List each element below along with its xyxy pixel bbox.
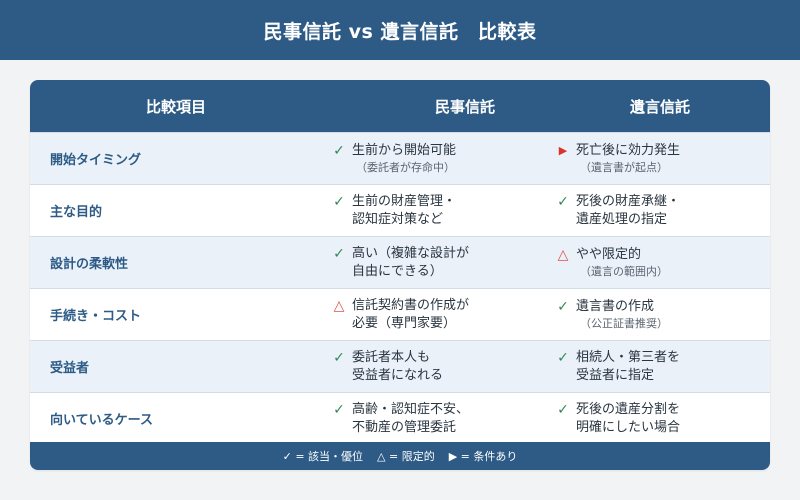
row-label: 設計の柔軟性: [50, 257, 129, 272]
triangle-icon: △: [333, 297, 345, 314]
cell-civil-trust: ✓ 生前から開始可能 （委託者が存命中）: [322, 142, 548, 176]
header-civil-trust: 民事信託: [434, 97, 495, 116]
table-row: 受益者 ✓ 委託者本人も 受益者になれる ✓ 相続人・第三者を 受益者に指定: [30, 340, 770, 392]
cell-subtext: （遺言の範囲内）: [580, 264, 668, 278]
check-icon: ✓: [333, 142, 345, 159]
row-label: 開始タイミング: [50, 153, 142, 168]
table-header: 比較項目 民事信託 遺言信託: [30, 80, 770, 132]
check-icon: ✓: [557, 401, 569, 418]
check-icon: ✓: [333, 193, 345, 210]
legend: ✓ = 該当・優位 △ = 限定的 ▶ = 条件あり: [30, 442, 770, 470]
cell-text: 高い（複雑な設計が 自由にできる）: [352, 245, 470, 279]
row-label: 主な目的: [50, 205, 103, 220]
row-label: 手続き・コスト: [50, 309, 142, 324]
header-testamentary-trust: 遺言信託: [629, 97, 690, 116]
triangle-icon: △: [557, 246, 569, 263]
table-body: 開始タイミング ✓ 生前から開始可能 （委託者が存命中） ▶ 死亡後に効力発生 （遺言書が起…: [30, 132, 770, 444]
cell-civil-trust: ✓ 委託者本人も 受益者になれる: [322, 349, 548, 385]
cell-testamentary-trust: ▶ 死亡後に効力発生 （遺言書が起点）: [548, 142, 770, 176]
page-title: 民事信託 vs 遺言信託 比較表: [263, 20, 537, 43]
cell-testamentary-trust: ✓ 死後の遺産分割を 明確にしたい場合: [548, 401, 770, 437]
cell-text: 死後の財産承継・ 遺産処理の指定: [576, 193, 681, 227]
table-row: 主な目的 ✓ 生前の財産管理・ 認知症対策など ✓ 死後の財産承継・ 遺産処理の指定: [30, 184, 770, 236]
table-row: 向いているケース ✓ 高齢・認知症不安、 不動産の管理委託 ✓ 死後の遺産分割を 明確に…: [30, 392, 770, 444]
cell-text: 高齢・認知症不安、 不動産の管理委託: [352, 401, 470, 435]
play-icon: ▶: [558, 143, 568, 157]
table-row: 手続き・コスト △ 信託契約書の作成が 必要（専門家要） ✓ 遺言書の作成 （公正証書推奨…: [30, 288, 770, 340]
cell-civil-trust: ✓ 高齢・認知症不安、 不動産の管理委託: [322, 401, 548, 437]
title-bar: 民事信託 vs 遺言信託 比較表: [0, 0, 800, 60]
cell-text: 生前から開始可能: [352, 142, 457, 158]
check-icon: ✓: [557, 298, 569, 315]
cell-testamentary-trust: ✓ 遺言書の作成 （公正証書推奨）: [548, 298, 770, 332]
check-icon: ✓: [333, 349, 345, 366]
legend-conditional: ▶ = 条件あり: [448, 450, 518, 463]
comparison-table: 比較項目 民事信託 遺言信託 開始タイミング ✓ 生前から開始可能 （委託者が存命中）…: [30, 80, 770, 470]
check-icon: ✓: [557, 349, 569, 366]
cell-text: 死亡後に効力発生: [576, 142, 681, 158]
cell-testamentary-trust: ✓ 相続人・第三者を 受益者に指定: [548, 349, 770, 385]
check-icon: ✓: [557, 193, 569, 210]
cell-text: 遺言書の作成: [576, 298, 655, 314]
cell-text: やや限定的: [576, 246, 642, 262]
cell-civil-trust: ✓ 生前の財産管理・ 認知症対策など: [322, 193, 548, 229]
cell-civil-trust: △ 信託契約書の作成が 必要（専門家要）: [322, 297, 548, 333]
check-icon: ✓: [333, 245, 345, 262]
cell-subtext: （委託者が存命中）: [356, 160, 455, 174]
row-label: 向いているケース: [50, 413, 153, 428]
cell-text: 相続人・第三者を 受益者に指定: [576, 349, 681, 383]
header-item: 比較項目: [145, 97, 206, 116]
legend-ok: ✓ = 該当・優位: [282, 450, 364, 463]
cell-subtext: （公正証書推奨）: [580, 316, 668, 330]
cell-text: 死後の遺産分割を 明確にしたい場合: [576, 401, 681, 435]
table-row: 開始タイミング ✓ 生前から開始可能 （委託者が存命中） ▶ 死亡後に効力発生 （遺言書が起…: [30, 132, 770, 184]
check-icon: ✓: [333, 401, 345, 418]
table-row: 設計の柔軟性 ✓ 高い（複雑な設計が 自由にできる） △ やや限定的 （遺言の範囲内）: [30, 236, 770, 288]
cell-text: 委託者本人も 受益者になれる: [352, 349, 444, 383]
cell-text: 信託契約書の作成が 必要（専門家要）: [352, 297, 470, 331]
cell-text: 生前の財産管理・ 認知症対策など: [352, 193, 457, 227]
legend-limited: △ = 限定的: [377, 450, 435, 463]
cell-testamentary-trust: △ やや限定的 （遺言の範囲内）: [548, 246, 770, 280]
cell-subtext: （遺言書が起点）: [580, 160, 668, 174]
row-label: 受益者: [50, 361, 90, 376]
cell-civil-trust: ✓ 高い（複雑な設計が 自由にできる）: [322, 245, 548, 281]
cell-testamentary-trust: ✓ 死後の財産承継・ 遺産処理の指定: [548, 193, 770, 229]
